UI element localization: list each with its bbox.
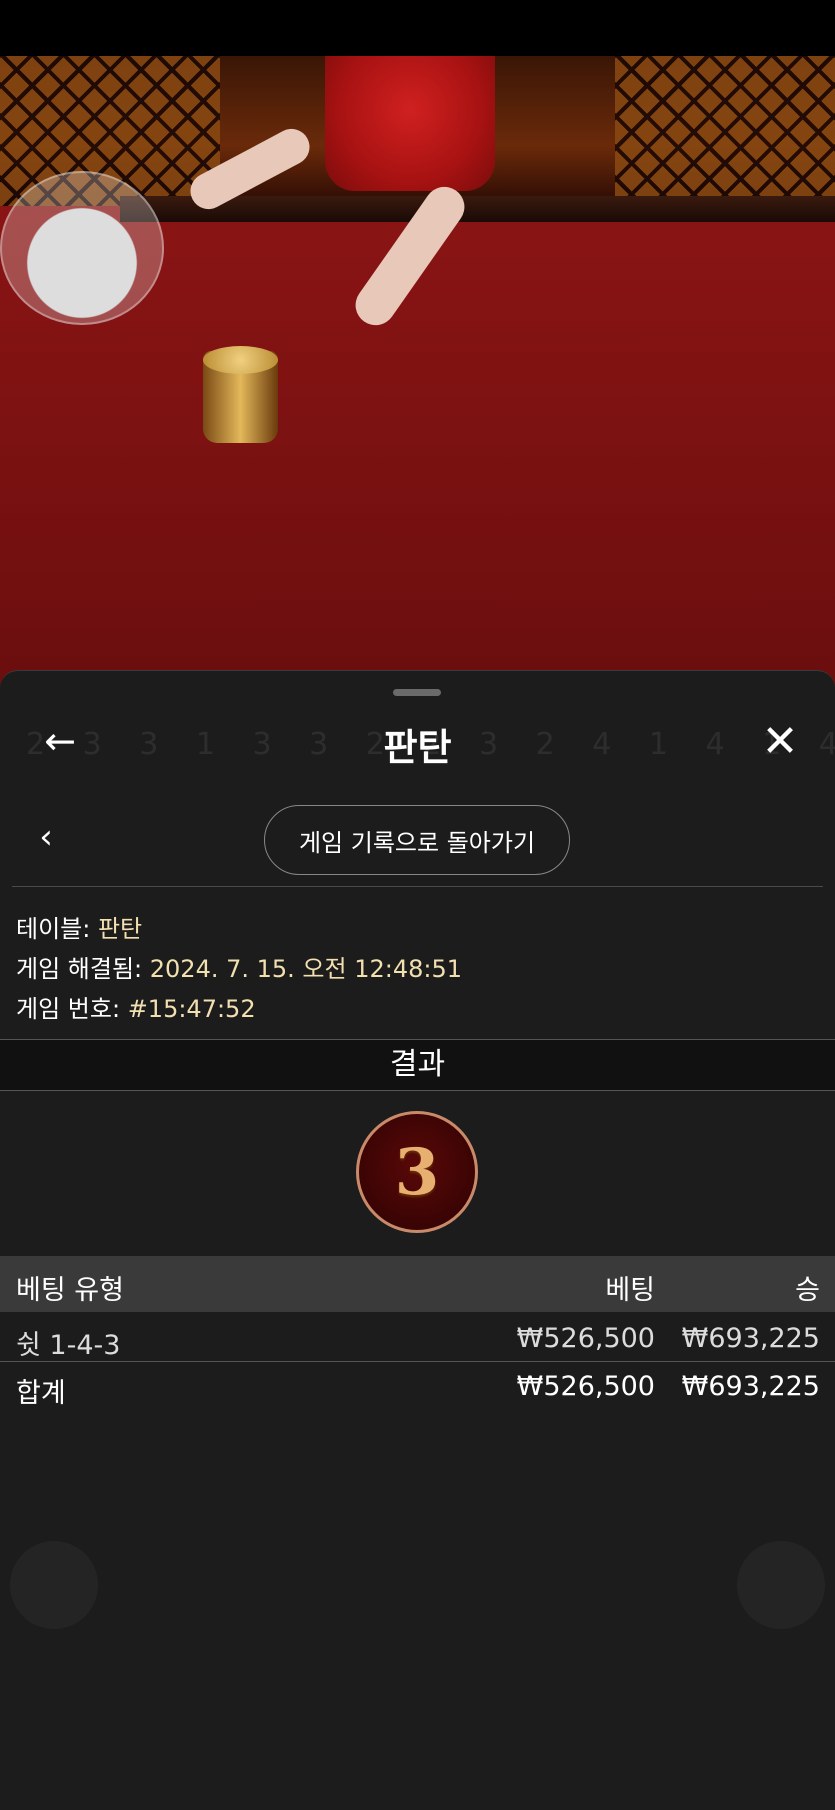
bead-bowl bbox=[0, 171, 164, 325]
bet-row-amount: ₩526,500 bbox=[516, 1323, 655, 1354]
sheet-title: 판탄 bbox=[383, 726, 452, 769]
screen: 2 3 3 1 3 3 2 2 3 2 4 1 4 1 4 ← 판탄 ✕ ‹ 게… bbox=[0, 0, 835, 1810]
background-menu-grid-icon bbox=[10, 1541, 98, 1629]
result-ball: 3 bbox=[356, 1111, 478, 1233]
column-bet-type: 베팅 유형 bbox=[16, 1275, 124, 1306]
lattice-decoration-right bbox=[615, 56, 835, 206]
background-hamburger-icon bbox=[737, 1541, 825, 1629]
info-table-label: 테이블: bbox=[16, 915, 91, 943]
bet-row-win: ₩693,225 bbox=[681, 1323, 820, 1354]
chevron-left-icon: ‹ bbox=[39, 817, 53, 857]
live-video-feed bbox=[0, 56, 835, 696]
total-win: ₩693,225 bbox=[681, 1371, 820, 1402]
bet-row-type: 쉿 1-4-3 bbox=[16, 1330, 121, 1361]
column-bet: 베팅 bbox=[605, 1275, 655, 1306]
info-resolved: 게임 해결됨: 2024. 7. 15. 오전 12:48:51 bbox=[16, 949, 462, 984]
result-heading: 결과 bbox=[0, 1039, 835, 1091]
divider bbox=[0, 1361, 835, 1362]
back-to-history-button[interactable]: 게임 기록으로 돌아가기 bbox=[264, 805, 570, 875]
info-table-value: 판탄 bbox=[97, 915, 143, 943]
info-game-number-label: 게임 번호: bbox=[16, 995, 121, 1023]
info-resolved-value: 2024. 7. 15. 오전 12:48:51 bbox=[149, 955, 463, 983]
total-bet: ₩526,500 bbox=[516, 1371, 655, 1402]
info-resolved-label: 게임 해결됨: bbox=[16, 955, 143, 983]
dealer-figure bbox=[325, 56, 495, 191]
close-button[interactable]: ✕ bbox=[755, 717, 805, 767]
brass-cup-top bbox=[203, 346, 278, 374]
previous-game-button[interactable]: ‹ bbox=[28, 819, 64, 855]
result-value: 3 bbox=[394, 1134, 440, 1210]
sheet-grabber[interactable] bbox=[393, 689, 441, 696]
column-win: 승 bbox=[795, 1275, 820, 1306]
total-label: 합계 bbox=[16, 1378, 66, 1409]
info-game-number: 게임 번호: #15:47:52 bbox=[16, 989, 256, 1024]
close-icon: ✕ bbox=[761, 716, 799, 767]
game-history-sheet: 2 3 3 1 3 3 2 2 3 2 4 1 4 1 4 ← 판탄 ✕ ‹ 게… bbox=[0, 670, 835, 1810]
divider bbox=[12, 886, 823, 887]
info-table: 테이블: 판탄 bbox=[16, 909, 142, 944]
info-game-number-value: #15:47:52 bbox=[127, 995, 256, 1023]
